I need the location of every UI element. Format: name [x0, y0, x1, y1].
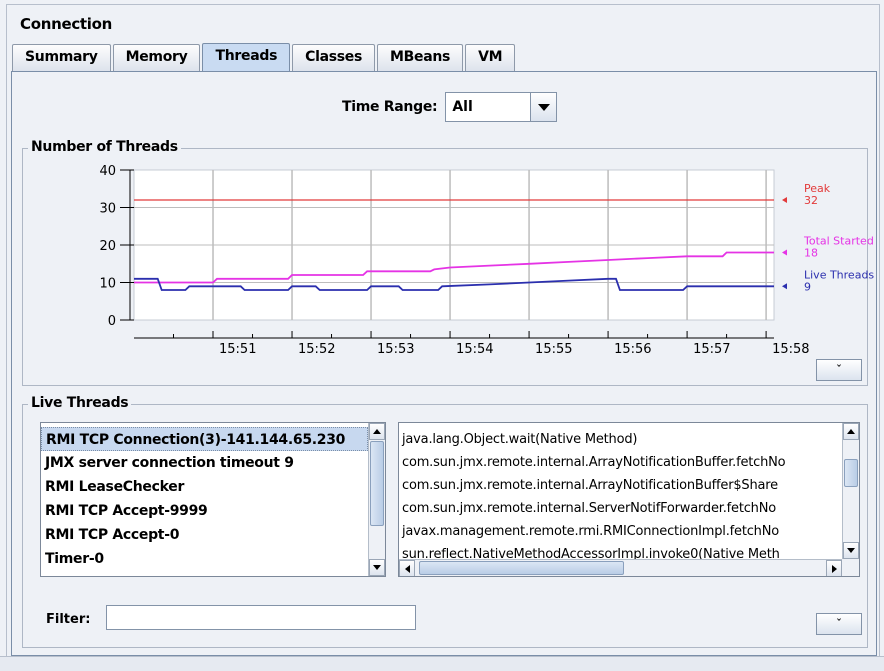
stack-trace-pane[interactable]: java.lang.Object.wait(Native Method) com.… — [398, 422, 860, 577]
x-tick-label: 15:51 — [219, 342, 256, 357]
tab-vm[interactable]: VM — [465, 44, 516, 71]
y-tick-label: 0 — [108, 314, 116, 329]
chart-legend: Peak32Total Started18Live Threads9 — [782, 182, 874, 293]
x-tick-label: 15:57 — [693, 342, 730, 357]
legend-marker-icon — [782, 197, 787, 203]
legend-value: 9 — [804, 280, 811, 293]
filter-input[interactable] — [106, 605, 416, 630]
scroll-up-icon[interactable] — [369, 423, 385, 440]
scroll-thumb[interactable] — [419, 561, 624, 575]
y-tick-label: 20 — [99, 239, 116, 254]
stack-trace-lines: java.lang.Object.wait(Native Method) com.… — [399, 428, 842, 566]
stack-trace-hscrollbar[interactable] — [399, 559, 842, 576]
tab-summary[interactable]: Summary — [12, 44, 111, 71]
legend-name: Live Threads — [804, 268, 874, 281]
legend-value: 32 — [804, 194, 818, 207]
threads-collapse-button[interactable]: ˇ — [816, 613, 862, 635]
scroll-left-icon[interactable] — [399, 560, 415, 576]
stack-trace-line[interactable]: com.sun.jmx.remote.internal.ArrayNotific… — [399, 474, 842, 497]
chart-collapse-button[interactable]: ˇ — [816, 359, 862, 381]
chevron-down-icon[interactable] — [530, 93, 557, 121]
stack-trace-vscrollbar[interactable] — [842, 423, 859, 559]
threads-chart: 0 10 20 30 40 15:51 15:52 15:53 15:54 15:55 15:56 1… — [99, 164, 874, 357]
scroll-up-icon[interactable] — [843, 423, 859, 440]
tab-memory[interactable]: Memory — [112, 44, 201, 71]
scroll-down-icon[interactable] — [369, 559, 385, 576]
scroll-thumb[interactable] — [844, 459, 858, 487]
tab-threads[interactable]: Threads — [202, 43, 291, 71]
scroll-corner — [842, 559, 859, 576]
y-tick-label: 30 — [99, 202, 116, 217]
scroll-down-icon[interactable] — [843, 542, 859, 559]
live-threads-title: Live Threads — [28, 395, 132, 411]
number-of-threads-title: Number of Threads — [28, 139, 181, 155]
x-tick-label: 15:58 — [772, 342, 809, 357]
time-range-label: Time Range: — [342, 99, 438, 115]
thread-list-item[interactable]: JMX server connection timeout 9 — [41, 451, 368, 475]
stack-trace-line[interactable]: com.sun.jmx.remote.internal.ArrayNotific… — [399, 451, 842, 474]
scroll-thumb[interactable] — [370, 441, 384, 526]
thread-list-item[interactable]: RMI TCP Accept-0 — [41, 523, 368, 547]
x-tick-label: 15:54 — [456, 342, 493, 357]
status-bar — [0, 656, 884, 671]
y-tick-label: 40 — [99, 164, 116, 179]
tab-mbeans[interactable]: MBeans — [377, 44, 464, 71]
thread-list-scrollbar[interactable] — [368, 423, 385, 576]
x-tick-label: 15:52 — [298, 342, 335, 357]
x-tick-label: 15:53 — [377, 342, 414, 357]
stack-trace-line[interactable]: javax.management.remote.rmi.RMIConnectio… — [399, 520, 842, 543]
thread-list-item[interactable]: RMI TCP Accept-9999 — [41, 499, 368, 523]
time-range-value: All — [452, 99, 473, 115]
thread-list-items: RMI TCP Connection(3)-141.144.65.230 JMX … — [41, 427, 368, 571]
x-tick-label: 15:56 — [614, 342, 651, 357]
scroll-right-icon[interactable] — [826, 560, 842, 576]
thread-list-item[interactable]: RMI LeaseChecker — [41, 475, 368, 499]
tab-strip: Summary Memory Threads Classes MBeans VM — [12, 43, 517, 72]
stack-trace-line[interactable]: java.lang.Object.wait(Native Method) — [399, 428, 842, 451]
threads-tab-panel: Time Range: All Number of Threads 0 10 20 3… — [11, 71, 877, 656]
x-tick-label: 15:55 — [535, 342, 572, 357]
legend-marker-icon — [782, 283, 787, 290]
y-tick-label: 10 — [99, 277, 116, 292]
stack-trace-line[interactable]: com.sun.jmx.remote.internal.ServerNotifF… — [399, 497, 842, 520]
tab-classes[interactable]: Classes — [292, 44, 376, 71]
time-range-dropdown[interactable]: All — [445, 92, 558, 122]
filter-label: Filter: — [46, 612, 91, 627]
thread-list-item[interactable]: RMI TCP Connection(3)-141.144.65.230 — [41, 427, 368, 451]
thread-list[interactable]: RMI TCP Connection(3)-141.144.65.230 JMX … — [40, 422, 386, 577]
time-range-control: Time Range: All — [342, 92, 558, 122]
legend-marker-icon — [782, 249, 787, 256]
legend-value: 18 — [804, 247, 818, 260]
thread-list-item[interactable]: Timer-0 — [41, 547, 368, 571]
window-title: Connection — [20, 15, 113, 33]
